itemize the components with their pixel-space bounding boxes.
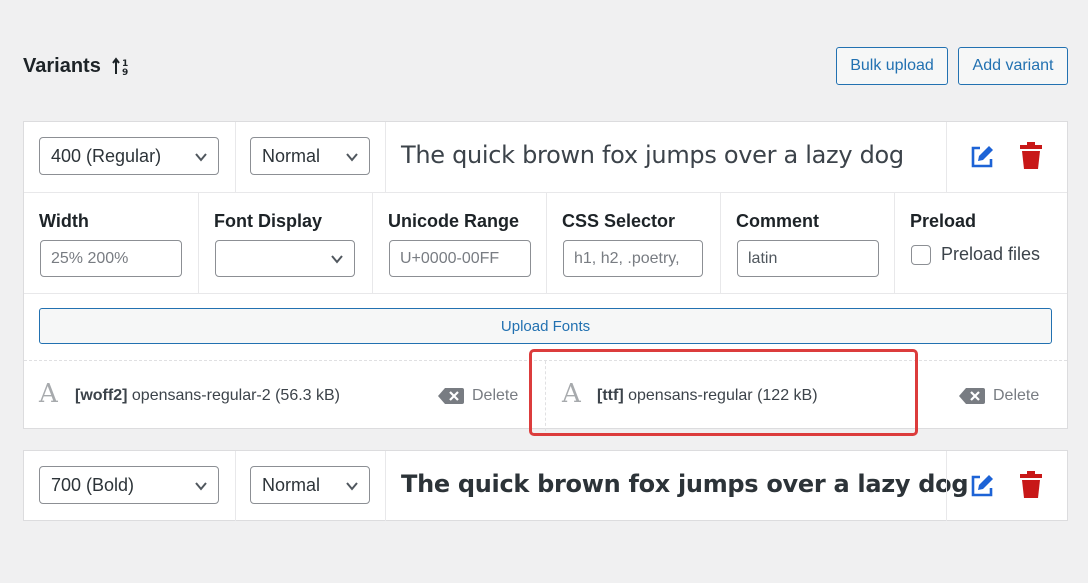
unicode-range-input[interactable]: U+0000-00FF [389,240,531,277]
font-file-icon: A [39,379,58,409]
comment-label: Comment [736,211,820,231]
variant-fields-row: Width 25% 200% Font Display Unicode Rang… [24,192,1067,294]
edit-icon[interactable] [967,471,997,501]
width-field: Width 25% 200% [24,193,198,293]
comment-input[interactable]: latin [737,240,879,277]
font-file-icon: A [562,379,581,409]
width-input[interactable]: 25% 200% [40,240,182,277]
svg-text:9: 9 [122,68,128,78]
delete-file-button[interactable]: Delete [438,387,518,405]
weight-select-value: 400 (Regular) [51,145,162,166]
chevron-down-icon [331,255,343,264]
css-selector-field: CSS Selector h1, h2, .poetry, [547,193,720,293]
variants-title: Variants [23,55,101,77]
trash-icon[interactable] [1018,471,1048,501]
add-variant-button[interactable]: Add variant [958,47,1068,85]
unicode-range-field: Unicode Range U+0000-00FF [373,193,546,293]
comment-field: Comment latin [721,193,894,293]
preload-label: Preload [910,211,977,231]
backspace-icon [438,388,464,404]
sort-arrows-icon[interactable]: 1 9 [111,56,133,78]
variants-header: Variants 1 9 Bulk upload Add variant [23,47,1068,87]
upload-fonts-button[interactable]: Upload Fonts [39,308,1052,344]
preload-field: Preload Preload files [895,193,1068,293]
font-preview: The quick brown fox jumps over a lazy do… [401,141,904,169]
file-name: opensans-regular-2 (56.3 kB) [131,387,340,404]
font-display-label: Font Display [214,211,323,231]
delete-file-button[interactable]: Delete [959,387,1039,405]
variant-summary-row: 400 (Regular) Normal The quick brown fox… [24,122,1067,192]
delete-label: Delete [993,387,1040,404]
backspace-icon [959,388,985,404]
style-select-value: Normal [262,474,321,495]
bulk-upload-button[interactable]: Bulk upload [836,47,948,85]
font-file-list: A [woff2] opensans-regular-2 (56.3 kB) D… [24,360,1068,431]
font-display-field: Font Display [199,193,372,293]
variant-summary-row: 700 (Bold) Normal The quick brown fox ju… [24,451,1067,521]
weight-select-value: 700 (Bold) [51,474,135,495]
chevron-down-icon [195,482,207,491]
file-format: [ttf] [597,387,624,404]
weight-select[interactable]: 700 (Bold) [39,466,219,504]
chevron-down-icon [346,482,358,491]
font-file-item: A [ttf] opensans-regular (122 kB) Delete [546,361,1068,431]
font-file-item: A [woff2] opensans-regular-2 (56.3 kB) D… [24,361,545,431]
font-preview: The quick brown fox jumps over a lazy do… [401,470,969,498]
unicode-range-label: Unicode Range [388,211,520,231]
file-name: opensans-regular (122 kB) [628,387,818,404]
weight-select[interactable]: 400 (Regular) [39,137,219,175]
variant-card-regular: 400 (Regular) Normal The quick brown fox… [23,121,1068,431]
style-select[interactable]: Normal [250,137,370,175]
preload-checkbox[interactable] [911,245,931,265]
preload-files-label: Preload files [941,244,1041,264]
delete-label: Delete [472,387,519,404]
trash-icon[interactable] [1018,142,1048,172]
page-title: Variants 1 9 [23,55,133,78]
style-select-value: Normal [262,145,321,166]
variant-card-bold: 700 (Bold) Normal The quick brown fox ju… [23,450,1068,521]
style-select[interactable]: Normal [250,466,370,504]
chevron-down-icon [195,153,207,162]
css-selector-label: CSS Selector [562,211,676,231]
file-format: [woff2] [75,387,128,404]
width-label: Width [39,211,89,231]
chevron-down-icon [346,153,358,162]
font-display-select[interactable] [215,240,355,277]
css-selector-input[interactable]: h1, h2, .poetry, [563,240,703,277]
edit-icon[interactable] [967,142,997,172]
